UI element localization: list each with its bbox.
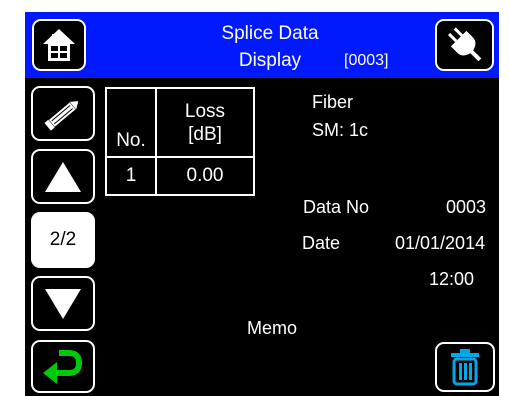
fiber-label: Fiber	[312, 92, 354, 112]
loss-unit: [dB]	[188, 123, 222, 145]
page-title: Splice Data	[221, 23, 319, 44]
data-no-label: Data No	[303, 197, 370, 217]
time-value: 12:00	[429, 269, 475, 289]
splice-loss-table: No. Loss [dB] 1 0.00	[105, 87, 255, 196]
back-button[interactable]	[31, 340, 95, 393]
row-number: 1	[105, 156, 157, 196]
pencil-icon	[44, 100, 79, 131]
return-arrow-icon	[43, 349, 83, 384]
home-button[interactable]	[32, 19, 86, 71]
delete-button[interactable]	[435, 342, 495, 392]
down-arrow-icon	[45, 288, 81, 319]
record-code: [0003]	[344, 52, 389, 69]
loss-label: Loss	[184, 100, 226, 122]
date-value: 01/01/2014	[395, 233, 486, 253]
fiber-type: SM: 1c	[312, 120, 369, 140]
scroll-up-button[interactable]	[31, 149, 95, 204]
data-no-value: 0003	[446, 197, 487, 217]
row-loss-value: 0.00	[155, 156, 255, 196]
table-row: 1 0.00	[105, 156, 255, 196]
up-arrow-icon	[45, 161, 81, 192]
column-header-loss: Loss [dB]	[155, 87, 255, 158]
trash-icon	[451, 349, 479, 386]
column-header-no: No.	[105, 87, 157, 158]
edit-button[interactable]	[31, 86, 95, 141]
plug-icon	[447, 27, 481, 62]
memo-label: Memo	[247, 318, 298, 338]
date-label: Date	[302, 233, 341, 253]
splice-data-display: Splice Data Display [0003] 2/2 No. Loss …	[25, 12, 499, 396]
power-plug-button[interactable]	[435, 19, 494, 71]
page-subtitle: Display	[238, 50, 302, 71]
page-indicator: 2/2	[31, 212, 95, 268]
title-bar: Splice Data Display [0003]	[25, 12, 499, 78]
scroll-down-button[interactable]	[31, 276, 95, 331]
home-icon	[43, 29, 75, 61]
device-screenshot: Splice Data Display [0003] 2/2 No. Loss …	[0, 0, 510, 396]
table-header-row: No. Loss [dB]	[105, 87, 255, 158]
